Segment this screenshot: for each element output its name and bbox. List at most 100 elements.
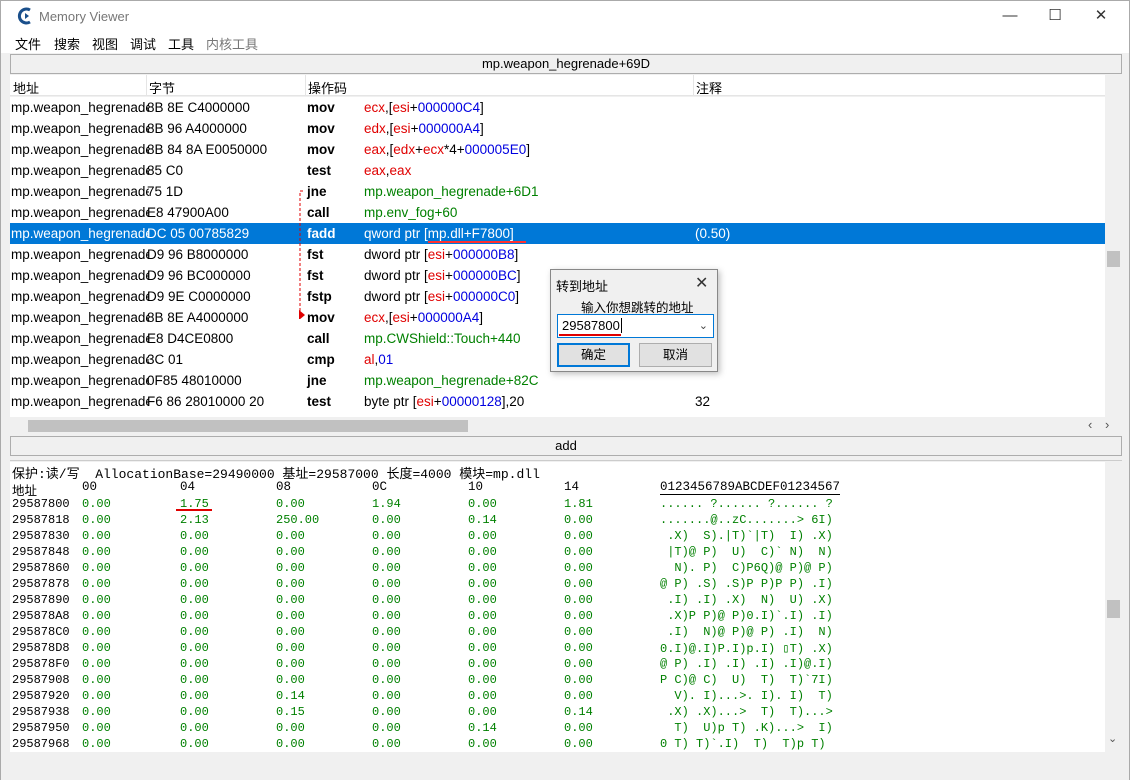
hex-row[interactable]: 29587878 0.00 0.00 0.00 0.00 0.00 0.00 @ P) .S)… [10, 577, 1105, 593]
hex-value[interactable]: 0.00 [372, 641, 401, 655]
hex-value[interactable]: 0.00 [372, 529, 401, 543]
cancel-button[interactable]: 取消 [639, 343, 712, 367]
hex-value[interactable]: 0.00 [82, 705, 111, 719]
hex-value[interactable]: 0.00 [276, 609, 305, 623]
hex-value[interactable]: 0.00 [82, 625, 111, 639]
hex-value[interactable]: 0.00 [372, 593, 401, 607]
hex-value[interactable]: 0.00 [82, 737, 111, 751]
disasm-row[interactable]: mp.weapon_hegrenade+ 85 C0 test eax,eax [10, 160, 1105, 181]
hex-value[interactable]: 0.00 [564, 641, 593, 655]
hex-value[interactable]: 0.00 [276, 561, 305, 575]
column-comment[interactable]: 注释 [696, 78, 722, 97]
hex-value[interactable]: 0.00 [82, 721, 111, 735]
column-opcode[interactable]: 操作码 [308, 78, 347, 97]
hex-row[interactable]: 29587830 0.00 0.00 0.00 0.00 0.00 0.00 .X) S).… [10, 529, 1105, 545]
column-address[interactable]: 地址 [13, 78, 39, 97]
hex-value[interactable]: 0.00 [180, 545, 209, 559]
disasm-row[interactable]: mp.weapon_hegrenade+ DC 05 00785829 fadd qw… [10, 223, 1105, 244]
column-divider[interactable] [146, 75, 147, 95]
disasm-row[interactable]: mp.weapon_hegrenade+ 0F85 48010000 jne mp.w… [10, 370, 1105, 391]
panel-splitter[interactable] [10, 457, 1122, 461]
menu-search[interactable]: 搜索 [54, 34, 80, 53]
minimize-button[interactable]: — [987, 1, 1033, 31]
hex-value[interactable]: 0.00 [564, 673, 593, 687]
hex-value[interactable]: 0.00 [564, 545, 593, 559]
hex-value[interactable]: 0.00 [564, 593, 593, 607]
column-divider[interactable] [693, 75, 694, 95]
hex-value[interactable]: 0.00 [564, 561, 593, 575]
hex-value[interactable]: 0.00 [372, 625, 401, 639]
hex-value[interactable]: 0.00 [468, 705, 497, 719]
hex-row[interactable]: 29587938 0.00 0.00 0.15 0.00 0.00 0.14 .X) .X)… [10, 705, 1105, 721]
hex-row[interactable]: 29587950 0.00 0.00 0.00 0.00 0.14 0.00 T) U)p … [10, 721, 1105, 737]
hex-value[interactable]: 0.00 [564, 689, 593, 703]
menu-view[interactable]: 视图 [92, 34, 118, 53]
disasm-row[interactable]: mp.weapon_hegrenade+ 8B 84 8A E0050000 mov… [10, 139, 1105, 160]
hex-value[interactable]: 0.00 [82, 577, 111, 591]
hex-value[interactable]: 0.00 [564, 721, 593, 735]
hex-value[interactable]: 0.00 [180, 705, 209, 719]
maximize-button[interactable]: ☐ [1032, 1, 1078, 31]
hex-value[interactable]: 0.00 [276, 593, 305, 607]
hex-value[interactable]: 0.00 [180, 561, 209, 575]
hex-value[interactable]: 0.00 [468, 577, 497, 591]
hex-value[interactable]: 0.00 [180, 577, 209, 591]
hex-value[interactable]: 0.00 [564, 657, 593, 671]
hex-value[interactable]: 0.00 [82, 545, 111, 559]
hex-value[interactable]: 0.00 [468, 625, 497, 639]
hex-value[interactable]: 0.00 [372, 513, 401, 527]
hex-value[interactable]: 0.00 [468, 545, 497, 559]
hex-value[interactable]: 0.00 [468, 561, 497, 575]
chevron-down-icon[interactable]: ⌄ [699, 315, 708, 337]
hex-row[interactable]: 295878F0 0.00 0.00 0.00 0.00 0.00 0.00 @ P) .I)… [10, 657, 1105, 673]
hex-value[interactable]: 0.00 [180, 593, 209, 607]
ok-button[interactable]: 确定 [557, 343, 630, 367]
hex-value[interactable]: 0.00 [276, 737, 305, 751]
hex-value[interactable]: 0.00 [180, 737, 209, 751]
disasm-row[interactable]: mp.weapon_hegrenade+ 75 1D jne mp.weapon_he… [10, 181, 1105, 202]
hex-value[interactable]: 1.81 [564, 497, 593, 511]
hex-value[interactable]: 0.00 [276, 577, 305, 591]
hex-view[interactable]: 保护:读/写 AllocationBase=29490000 基址=295870… [10, 462, 1105, 752]
hex-row[interactable]: 29587848 0.00 0.00 0.00 0.00 0.00 0.00 |T)@ P)… [10, 545, 1105, 561]
disasm-row[interactable]: mp.weapon_hegrenade+ 8B 96 A4000000 mov edx… [10, 118, 1105, 139]
hex-value[interactable]: 0.00 [564, 609, 593, 623]
hex-value[interactable]: 0.00 [372, 721, 401, 735]
hex-value[interactable]: 0.15 [276, 705, 305, 719]
hex-row[interactable]: 29587818 0.00 2.13 250.00 0.00 0.14 0.00......… [10, 513, 1105, 529]
hex-value[interactable]: 0.00 [180, 721, 209, 735]
dialog-close-icon[interactable]: ✕ [695, 273, 708, 293]
hex-value[interactable]: 0.00 [180, 625, 209, 639]
disasm-row[interactable]: mp.weapon_hegrenade+ D9 96 B8000000 fst dwo… [10, 244, 1105, 265]
scroll-down-icon[interactable]: ⌄ [1108, 732, 1117, 745]
hex-value[interactable]: 0.00 [372, 673, 401, 687]
hex-row[interactable]: 295878C0 0.00 0.00 0.00 0.00 0.00 0.00 .I) N)@… [10, 625, 1105, 641]
hex-value[interactable]: 0.00 [372, 705, 401, 719]
disasm-row[interactable]: mp.weapon_hegrenade+ E8 47900A00 call mp.en… [10, 202, 1105, 223]
hex-value[interactable]: 0.00 [564, 737, 593, 751]
hex-value[interactable]: 0.00 [82, 593, 111, 607]
add-button[interactable]: add [10, 436, 1122, 456]
hex-value[interactable]: 2.13 [180, 513, 209, 527]
hex-value[interactable]: 0.00 [372, 545, 401, 559]
hex-value[interactable]: 0.14 [564, 705, 593, 719]
hex-row[interactable]: 29587908 0.00 0.00 0.00 0.00 0.00 0.00 P C)@ C)… [10, 673, 1105, 689]
hex-value[interactable]: 0.00 [564, 625, 593, 639]
hex-value[interactable]: 250.00 [276, 513, 319, 527]
hex-row[interactable]: 295878D8 0.00 0.00 0.00 0.00 0.00 0.00 0.I)@.I)… [10, 641, 1105, 657]
hex-row[interactable]: 29587800 0.00 1.75 0.00 1.94 0.00 1.81...... ?… [10, 497, 1105, 513]
hex-row[interactable]: 295878A8 0.00 0.00 0.00 0.00 0.00 0.00 .X)P P)… [10, 609, 1105, 625]
menu-tools[interactable]: 工具 [168, 34, 194, 53]
menu-kernel-tools[interactable]: 内核工具 [206, 34, 258, 53]
hex-value[interactable]: 0.00 [276, 721, 305, 735]
menu-debug[interactable]: 调试 [130, 34, 156, 53]
hex-value[interactable]: 0.00 [82, 657, 111, 671]
hex-row[interactable]: 29587890 0.00 0.00 0.00 0.00 0.00 0.00 .I) .I)… [10, 593, 1105, 609]
column-divider[interactable] [305, 75, 306, 95]
disassembly-horizontal-scrollbar[interactable]: ‹ › [10, 417, 1122, 435]
hex-value[interactable]: 0.14 [276, 689, 305, 703]
hex-value[interactable]: 0.00 [468, 657, 497, 671]
hex-value[interactable]: 0.00 [468, 609, 497, 623]
hex-value[interactable]: 0.00 [372, 689, 401, 703]
hex-value[interactable]: 0.00 [276, 657, 305, 671]
